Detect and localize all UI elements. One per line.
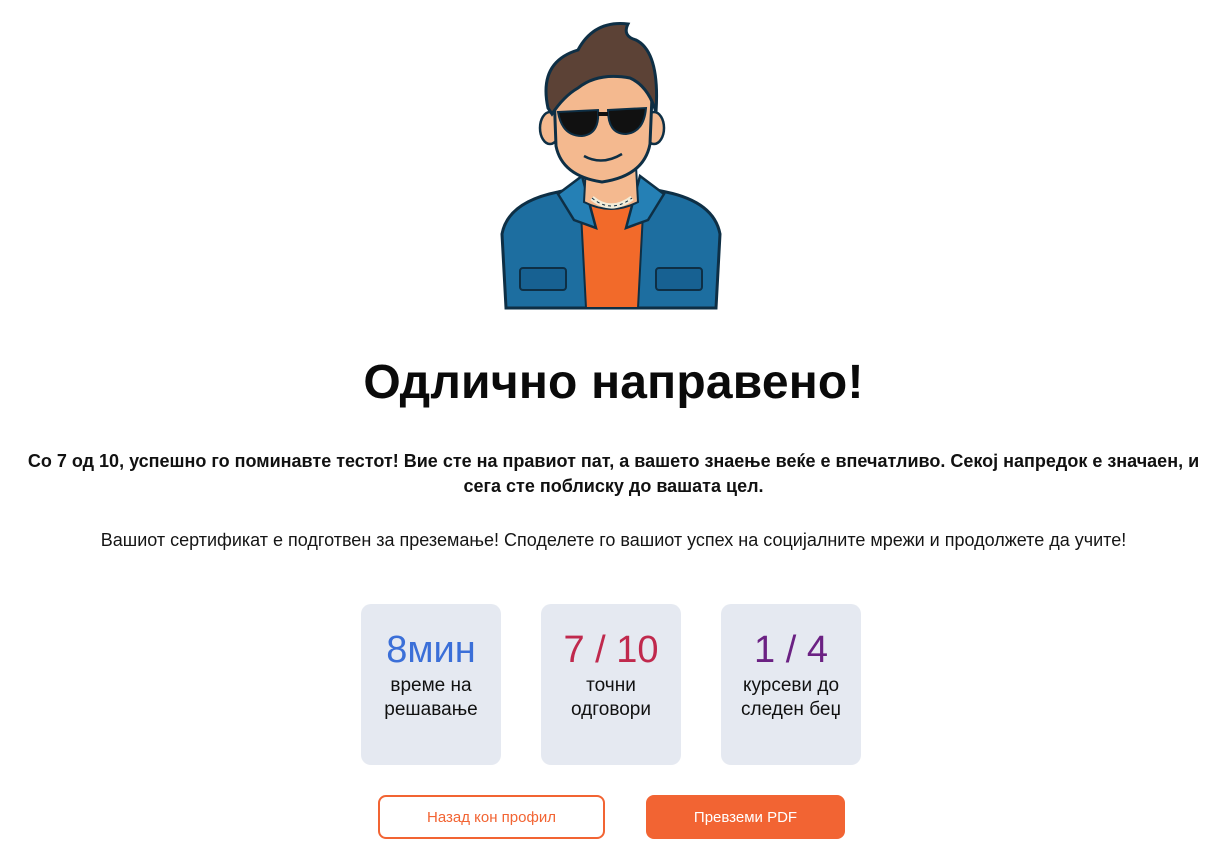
- mascot-illustration: [500, 22, 722, 310]
- action-buttons: Назад кон профил Превземи PDF: [378, 795, 845, 839]
- stat-card-badge: 1 / 4 курсеви до следен беџ: [721, 604, 861, 765]
- stat-label-badge: курсеви до следен беџ: [741, 675, 841, 720]
- stat-value-correct: 7 / 10: [563, 629, 659, 671]
- stat-label-correct: точни одговори: [571, 675, 651, 720]
- stats-row: 8мин време на решавање 7 / 10 точни одго…: [361, 604, 861, 765]
- certificate-message: Вашиот сертификат е подготвен за презема…: [100, 530, 1127, 550]
- download-pdf-button[interactable]: Превземи PDF: [646, 795, 845, 839]
- stat-card-time: 8мин време на решавање: [361, 604, 501, 765]
- back-to-profile-button[interactable]: Назад кон профил: [378, 795, 605, 839]
- stat-label-time: време на решавање: [384, 675, 478, 720]
- stat-value-time: 8мин: [386, 629, 476, 671]
- page-title: Одлично направено!: [363, 356, 864, 409]
- result-summary: Со 7 од 10, успешно го поминавте тестот!…: [27, 451, 1200, 496]
- stat-card-correct: 7 / 10 точни одговори: [541, 604, 681, 765]
- stat-value-badge: 1 / 4: [754, 629, 828, 671]
